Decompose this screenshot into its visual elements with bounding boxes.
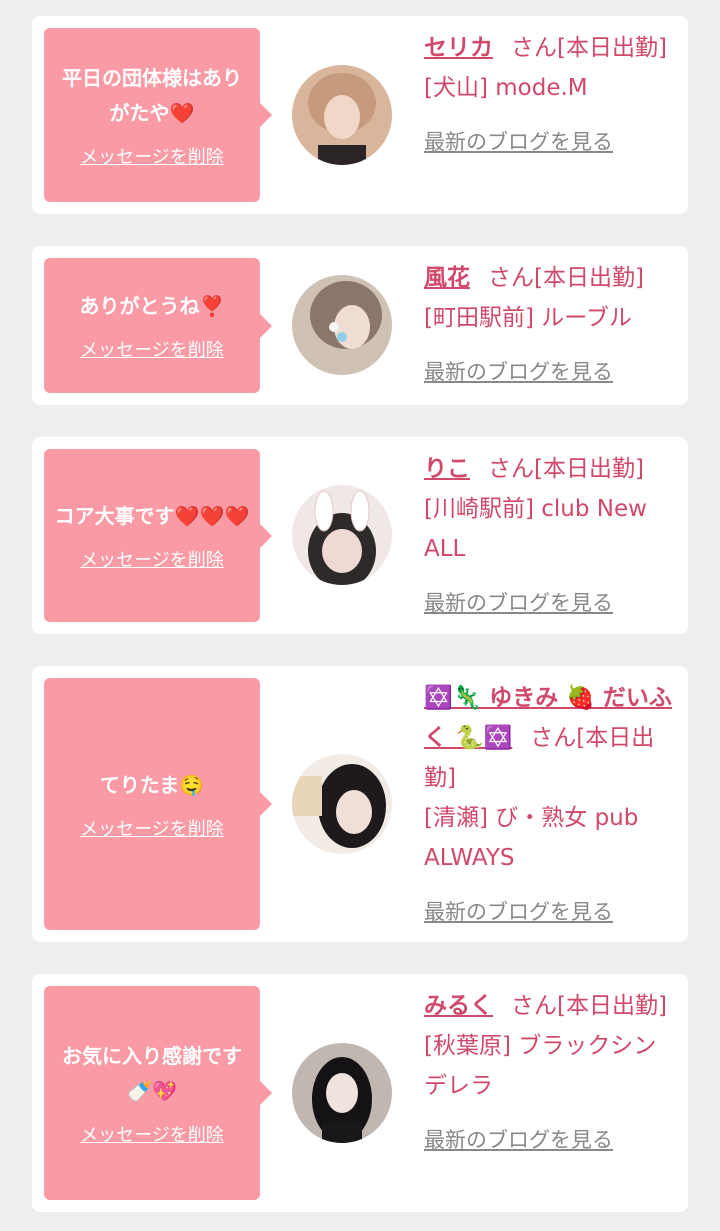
shop-name: [川崎駅前] club New ALL — [424, 496, 647, 562]
avatar[interactable] — [292, 275, 392, 375]
message-text: 平日の団体様はありがたや❤️ — [62, 66, 242, 125]
message-text: ありがとうね❣️ — [79, 294, 225, 318]
avatar-photo — [292, 485, 392, 585]
message-bubble: お気に入り感謝です🍼💖 メッセージを削除 — [44, 986, 272, 1200]
message-card: お気に入り感謝です🍼💖 メッセージを削除 みるく さん[本日出勤] [秋葉原] ブ… — [32, 974, 688, 1212]
message-text: てりたま🤤 — [99, 772, 205, 797]
avatar[interactable] — [292, 485, 392, 585]
message-bubble: コア大事です❤️❤️❤️ メッセージを削除 — [44, 449, 272, 622]
avatar[interactable] — [292, 1043, 392, 1143]
latest-blog-link[interactable]: 最新のブログを見る — [424, 583, 613, 623]
cast-info: ✡️🦎 ゆきみ 🍓 だいふく 🐍✡️ さん[本日出勤] [清瀬] び・熟女 pub… — [424, 678, 678, 932]
delete-message-link[interactable]: メッセージを削除 — [80, 143, 224, 169]
latest-blog-link[interactable]: 最新のブログを見る — [424, 1120, 613, 1160]
cast-info: りこ さん[本日出勤] [川崎駅前] club New ALL 最新のブログを見る — [424, 449, 678, 623]
message-card: ありがとうね❣️ メッセージを削除 風花 さん[本日出勤] [町田駅前] ルーブル… — [32, 246, 688, 405]
avatar-photo — [292, 1043, 392, 1143]
message-bubble: 平日の団体様はありがたや❤️ メッセージを削除 — [44, 28, 272, 202]
message-card: コア大事です❤️❤️❤️ メッセージを削除 りこ さん[本日出勤] [川崎駅前] … — [32, 437, 688, 634]
delete-message-link[interactable]: メッセージを削除 — [80, 546, 224, 572]
message-text: コア大事です❤️❤️❤️ — [54, 504, 250, 528]
delete-message-link[interactable]: メッセージを削除 — [80, 815, 224, 841]
message-bubble: ありがとうね❣️ メッセージを削除 — [44, 258, 272, 393]
avatar-photo — [292, 275, 392, 375]
avatar-photo — [292, 754, 392, 854]
attendance-status: さん[本日出勤] — [511, 993, 667, 1019]
delete-message-link[interactable]: メッセージを削除 — [80, 336, 224, 362]
avatar-photo — [292, 65, 392, 165]
avatar[interactable] — [292, 65, 392, 165]
cast-name-link[interactable]: セリカ — [424, 35, 493, 61]
avatar[interactable] — [292, 754, 392, 854]
cast-info: セリカ さん[本日出勤] [犬山] mode.M 最新のブログを見る — [424, 28, 678, 162]
shop-name: [犬山] mode.M — [424, 75, 588, 101]
latest-blog-link[interactable]: 最新のブログを見る — [424, 122, 613, 162]
message-text: お気に入り感謝です🍼💖 — [62, 1044, 242, 1103]
cast-info: みるく さん[本日出勤] [秋葉原] ブラックシンデレラ 最新のブログを見る — [424, 986, 678, 1160]
shop-name: [町田駅前] ルーブル — [424, 305, 632, 331]
latest-blog-link[interactable]: 最新のブログを見る — [424, 352, 613, 392]
attendance-status: さん[本日出勤] — [511, 35, 667, 61]
cast-name-link[interactable]: みるく — [424, 993, 493, 1019]
attendance-status: さん[本日出勤] — [488, 456, 644, 482]
cast-name-link[interactable]: 風花 — [424, 265, 470, 291]
latest-blog-link[interactable]: 最新のブログを見る — [424, 892, 613, 932]
shop-name: [清瀬] び・熟女 pub ALWAYS — [424, 805, 639, 871]
cast-name-link[interactable]: りこ — [424, 456, 470, 482]
shop-name: [秋葉原] ブラックシンデレラ — [424, 1033, 657, 1099]
attendance-status: さん[本日出勤] — [488, 265, 644, 291]
delete-message-link[interactable]: メッセージを削除 — [80, 1121, 224, 1147]
message-card: てりたま🤤 メッセージを削除 ✡️🦎 ゆきみ 🍓 だいふく 🐍✡️ さん[本日出勤… — [32, 666, 688, 942]
message-card: 平日の団体様はありがたや❤️ メッセージを削除 セリカ さん[本日出勤] [犬山]… — [32, 16, 688, 214]
cast-info: 風花 さん[本日出勤] [町田駅前] ルーブル 最新のブログを見る — [424, 258, 678, 392]
message-bubble: てりたま🤤 メッセージを削除 — [44, 678, 272, 930]
